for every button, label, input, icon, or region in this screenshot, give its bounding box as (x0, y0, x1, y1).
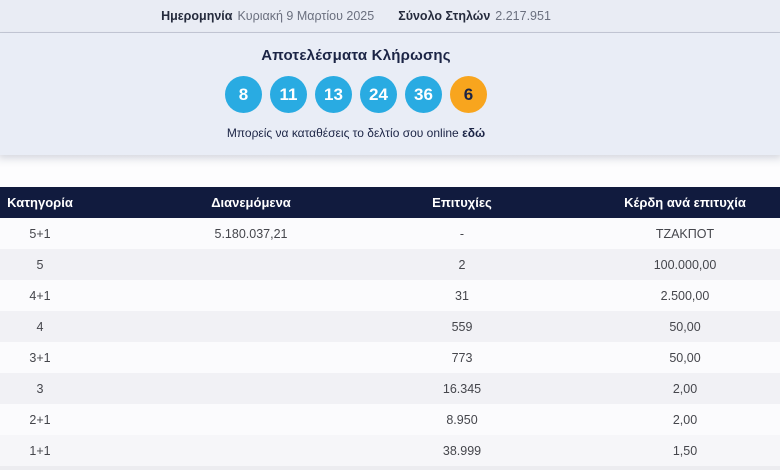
table-row: 1+1 38.999 1,50 (0, 435, 780, 466)
cell-category: 4+1 (0, 289, 80, 303)
cell-winners: 8.950 (422, 413, 502, 427)
cell-prize: 2,00 (502, 413, 780, 427)
table-row: 3 16.345 2,00 (0, 373, 780, 404)
online-slip-cta: Μπορείς να καταθέσεις το δελτίο σου onli… (227, 126, 485, 140)
section-divider (0, 155, 780, 187)
cell-category: 5+1 (0, 227, 80, 241)
number-ball-4: 24 (360, 76, 397, 113)
table-footer-band (0, 466, 780, 470)
cell-prize: 2,00 (502, 382, 780, 396)
cell-category: 4 (0, 320, 80, 334)
cell-category: 3+1 (0, 351, 80, 365)
table-row: 3+1 773 50,00 (0, 342, 780, 373)
col-header-winners: Επιτυχίες (422, 195, 502, 210)
cell-prize: 1,50 (502, 444, 780, 458)
table-row: 5 2 100.000,00 (0, 249, 780, 280)
cell-winners: 16.345 (422, 382, 502, 396)
table-row: 4 559 50,00 (0, 311, 780, 342)
total-columns-value: 2.217.951 (495, 9, 551, 23)
cell-winners: 2 (422, 258, 502, 272)
col-header-prize: Κέρδη ανά επιτυχία (502, 195, 780, 210)
number-ball-5: 36 (405, 76, 442, 113)
cell-prize: 100.000,00 (502, 258, 780, 272)
cell-category: 1+1 (0, 444, 80, 458)
results-title: Αποτελέσματα Κλήρωσης (261, 47, 451, 64)
cell-winners: 38.999 (422, 444, 502, 458)
number-ball-2: 11 (270, 76, 307, 113)
cell-distributed: 5.180.037,21 (80, 227, 422, 241)
cell-prize: 50,00 (502, 351, 780, 365)
cell-category: 5 (0, 258, 80, 272)
cta-link[interactable]: εδώ (462, 126, 485, 140)
cell-winners: 773 (422, 351, 502, 365)
col-header-category: Κατηγορία (0, 195, 80, 210)
date-value: Κυριακή 9 Μαρτίου 2025 (237, 9, 374, 23)
winnings-table: Κατηγορία Διανεμόμενα Επιτυχίες Κέρδη αν… (0, 187, 780, 470)
draw-info-bar: Ημερομηνία Κυριακή 9 Μαρτίου 2025 Σύνολο… (0, 0, 780, 33)
cell-winners: 31 (422, 289, 502, 303)
cell-prize: 2.500,00 (502, 289, 780, 303)
draw-info-content: Ημερομηνία Κυριακή 9 Μαρτίου 2025 Σύνολο… (0, 9, 712, 23)
table-row: 4+1 31 2.500,00 (0, 280, 780, 311)
joker-ball: 6 (450, 76, 487, 113)
cell-winners: - (422, 227, 502, 241)
number-ball-3: 13 (315, 76, 352, 113)
col-header-distributed: Διανεμόμενα (80, 195, 422, 210)
total-columns-label: Σύνολο Στηλών (398, 9, 490, 23)
cell-category: 2+1 (0, 413, 80, 427)
winning-numbers-row: 8 11 13 24 36 6 (225, 76, 487, 113)
draw-results-panel: Αποτελέσματα Κλήρωσης 8 11 13 24 36 6 Μπ… (0, 33, 780, 155)
cell-prize: ΤΖΑΚΠΟΤ (502, 227, 780, 241)
table-row: 2+1 8.950 2,00 (0, 404, 780, 435)
cell-winners: 559 (422, 320, 502, 334)
cta-text: Μπορείς να καταθέσεις το δελτίο σου onli… (227, 126, 459, 140)
cell-category: 3 (0, 382, 80, 396)
table-row: 5+1 5.180.037,21 - ΤΖΑΚΠΟΤ (0, 218, 780, 249)
cell-prize: 50,00 (502, 320, 780, 334)
table-header-row: Κατηγορία Διανεμόμενα Επιτυχίες Κέρδη αν… (0, 187, 780, 218)
date-label: Ημερομηνία (161, 9, 232, 23)
number-ball-1: 8 (225, 76, 262, 113)
